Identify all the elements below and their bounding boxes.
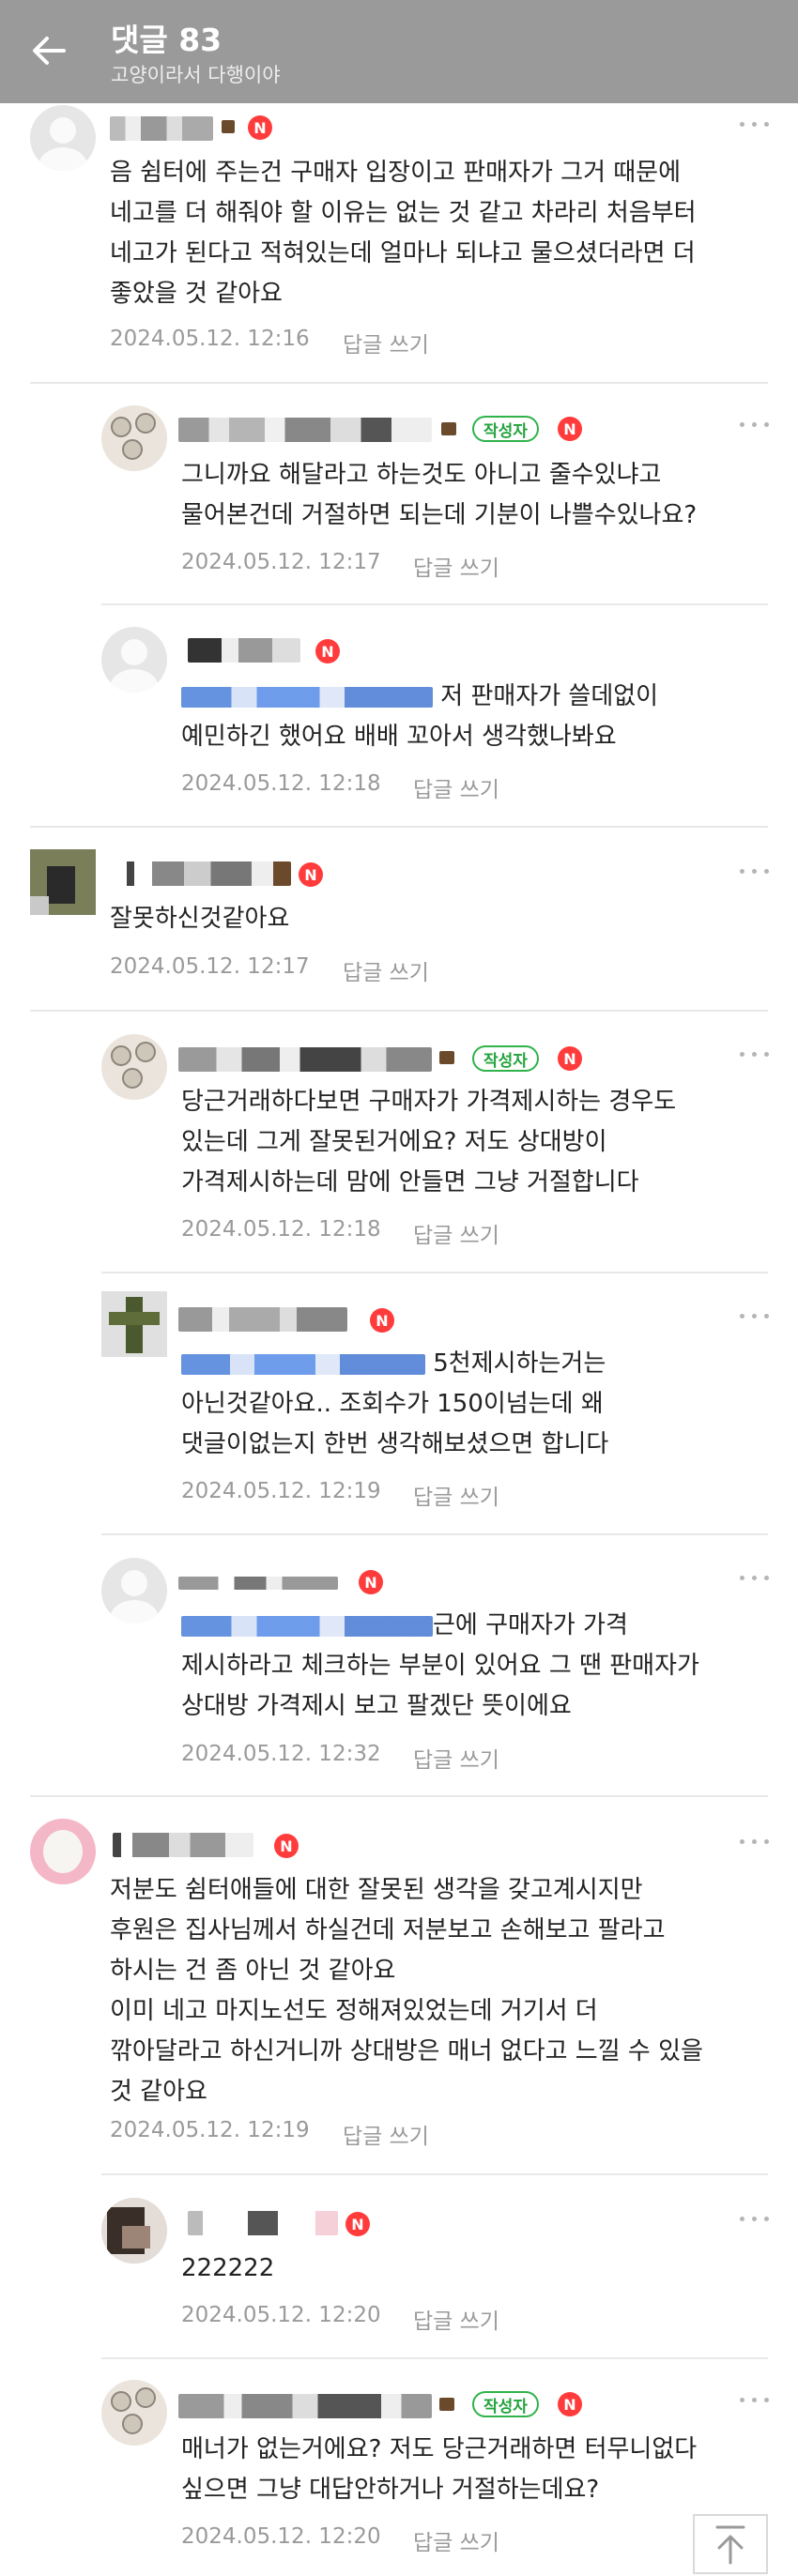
avatar xyxy=(101,1034,167,1100)
comment-date: 2024.05.12. 12:18 xyxy=(181,771,381,796)
comment-date: 2024.05.12. 12:18 xyxy=(181,1217,381,1242)
new-badge: N xyxy=(345,2212,370,2236)
comment-text: 근에 구매자가 가격 제시하라고 체크하는 부분이 있어요 그 땐 판매자가 상… xyxy=(181,1611,699,1720)
new-badge: N xyxy=(299,862,323,887)
comment-date: 2024.05.12. 12:19 xyxy=(181,1479,381,1503)
divider xyxy=(101,2173,768,2175)
reply-button[interactable]: 답글 쓰기 xyxy=(343,2118,429,2150)
header-bar: 댓글 83 고양이라서 다행이야 xyxy=(0,0,798,103)
avatar xyxy=(101,1558,167,1623)
comment-date: 2024.05.12. 12:20 xyxy=(181,2524,381,2549)
reply-button[interactable]: 답글 쓰기 xyxy=(343,954,429,986)
mention-blurred xyxy=(181,686,433,708)
back-arrow-icon[interactable] xyxy=(26,28,71,73)
divider xyxy=(101,603,768,605)
author-name-blurred xyxy=(113,1833,253,1857)
author-name-blurred xyxy=(178,2394,432,2418)
new-badge: N xyxy=(315,639,340,663)
new-badge: N xyxy=(558,1046,582,1071)
more-options-icon[interactable] xyxy=(736,2209,774,2228)
scroll-to-top-button[interactable] xyxy=(693,2514,768,2574)
author-name-blurred xyxy=(178,1047,432,1072)
avatar xyxy=(101,2198,167,2264)
more-options-icon[interactable] xyxy=(736,1568,774,1587)
more-options-icon[interactable] xyxy=(736,415,774,434)
comment-text: 그니까요 해달라고 하는것도 아니고 줄수있냐고 물어본건데 거절하면 되는데 … xyxy=(181,461,698,529)
divider xyxy=(30,1795,768,1797)
comment-date: 2024.05.12. 12:20 xyxy=(181,2303,381,2327)
author-name-blurred xyxy=(110,116,213,141)
comment-date: 2024.05.12. 12:32 xyxy=(181,1742,381,1766)
reply-button[interactable]: 답글 쓰기 xyxy=(413,771,499,803)
reply-button[interactable]: 답글 쓰기 xyxy=(413,2303,499,2335)
new-badge: N xyxy=(370,1308,394,1333)
page-title: 댓글 83 xyxy=(111,22,223,58)
arrow-up-icon xyxy=(715,2525,745,2565)
divider xyxy=(30,382,768,384)
writer-badge: 작성자 xyxy=(472,2391,539,2417)
avatar xyxy=(30,105,96,171)
reply-button[interactable]: 답글 쓰기 xyxy=(413,1742,499,1774)
divider xyxy=(30,1010,768,1012)
new-badge: N xyxy=(359,1570,383,1594)
mention-blurred xyxy=(181,1615,433,1637)
comment-text: 저분도 쉼터애들에 대한 잘못된 생각을 갖고계시지만 후원은 집사님께서 하실… xyxy=(110,1876,703,2106)
author-name-blurred xyxy=(178,1577,338,1590)
reply-button[interactable]: 답글 쓰기 xyxy=(413,1479,499,1511)
more-options-icon[interactable] xyxy=(736,1832,774,1851)
new-badge: N xyxy=(558,417,582,441)
comment-text: 5천제시하는거는 아닌것같아요.. 조회수가 150이넘는데 왜 댓글이없는지 … xyxy=(181,1349,609,1458)
divider xyxy=(101,1272,768,1273)
avatar xyxy=(101,405,167,471)
level-icon xyxy=(441,422,456,435)
divider xyxy=(101,1533,768,1535)
more-options-icon[interactable] xyxy=(736,1044,774,1063)
author-name-blurred xyxy=(178,418,432,442)
author-name-blurred xyxy=(188,2211,338,2235)
new-badge: N xyxy=(558,2392,582,2416)
comment-text: 매너가 없는거에요? 저도 당근거래하면 터무니없다 싶으면 그냥 대답안하거나… xyxy=(181,2435,698,2504)
more-options-icon[interactable] xyxy=(736,861,774,880)
new-badge: N xyxy=(248,115,272,140)
author-name-blurred xyxy=(188,638,300,663)
reply-button[interactable]: 답글 쓰기 xyxy=(413,2524,499,2556)
comment-date: 2024.05.12. 12:17 xyxy=(110,954,310,979)
reply-button[interactable]: 답글 쓰기 xyxy=(343,327,429,358)
comment-text: 잘못하신것같아요 xyxy=(110,905,290,933)
comment-text: 222222 xyxy=(181,2254,275,2282)
avatar xyxy=(101,627,167,693)
level-icon xyxy=(222,120,235,133)
more-options-icon[interactable] xyxy=(736,114,774,133)
avatar xyxy=(101,1291,167,1357)
avatar xyxy=(101,2380,167,2446)
comment-text: 음 쉼터에 주는건 구매자 입장이고 판매자가 그거 때문에 네고를 더 해줘야… xyxy=(110,159,697,308)
writer-badge: 작성자 xyxy=(472,416,539,442)
more-options-icon[interactable] xyxy=(736,2390,774,2409)
mention-blurred xyxy=(181,1353,425,1375)
divider xyxy=(30,826,768,828)
avatar xyxy=(30,849,96,915)
comment-date: 2024.05.12. 12:17 xyxy=(181,550,381,574)
level-icon xyxy=(439,1051,454,1064)
divider xyxy=(101,2357,768,2359)
avatar xyxy=(30,1819,96,1884)
level-icon xyxy=(439,2398,454,2411)
more-options-icon[interactable] xyxy=(736,1306,774,1325)
reply-button[interactable]: 답글 쓰기 xyxy=(413,1217,499,1249)
reply-button[interactable]: 답글 쓰기 xyxy=(413,550,499,582)
comment-text: 당근거래하다보면 구매자가 가격제시하는 경우도 있는데 그게 잘못된거에요? … xyxy=(181,1088,677,1197)
author-name-blurred xyxy=(113,861,291,886)
comment-text: 저 판매자가 쓸데없이 예민하긴 했어요 배배 꼬아서 생각했나봐요 xyxy=(181,682,659,751)
page-subtitle: 고양이라서 다행이야 xyxy=(111,64,281,86)
new-badge: N xyxy=(274,1834,299,1858)
author-name-blurred xyxy=(178,1307,347,1332)
writer-badge: 작성자 xyxy=(472,1045,539,1072)
comment-date: 2024.05.12. 12:19 xyxy=(110,2118,310,2142)
comment-date: 2024.05.12. 12:16 xyxy=(110,327,310,351)
